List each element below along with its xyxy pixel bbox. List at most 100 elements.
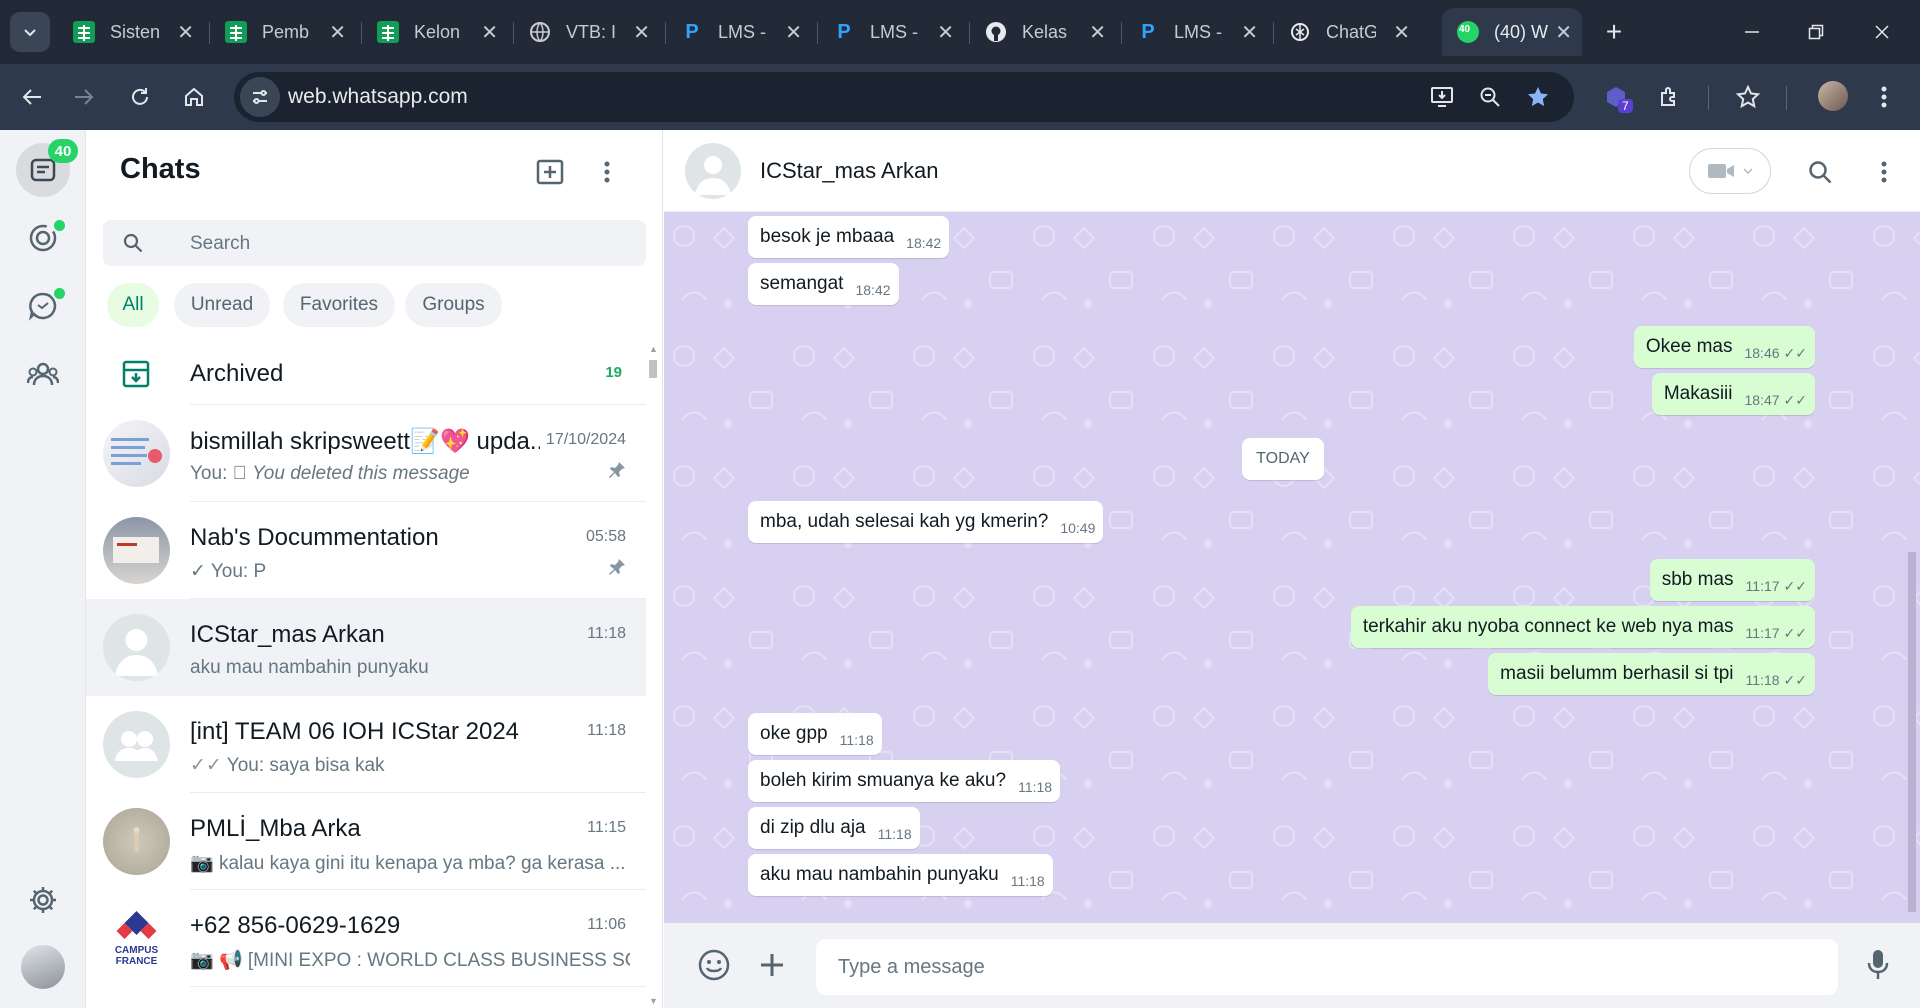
plus-icon bbox=[761, 954, 783, 976]
chat-row[interactable]: Nab's Docummentation 05:58 ✓ You: P bbox=[86, 502, 646, 599]
status-nav-button[interactable] bbox=[25, 220, 65, 256]
browser-tab-5[interactable]: P LMS - ✕ bbox=[666, 8, 818, 56]
outgoing-message[interactable]: sbb mas 11:17 ✓✓ bbox=[1649, 559, 1815, 601]
new-tab-button[interactable]: + bbox=[1596, 14, 1632, 50]
emoji-button[interactable] bbox=[694, 945, 734, 985]
communities-nav-button[interactable] bbox=[25, 356, 61, 392]
incoming-message[interactable]: semangat 18:42 bbox=[748, 263, 899, 305]
my-profile-avatar[interactable] bbox=[21, 945, 65, 989]
browser-tab-4[interactable]: VTB: I ✕ bbox=[514, 8, 666, 56]
browser-tab-8[interactable]: P LMS - ✕ bbox=[1122, 8, 1274, 56]
chat-row[interactable]: CAMPUS FRANCE +62 856-0629-1629 11:06 📷 📢… bbox=[86, 890, 646, 987]
chat-menu-button[interactable] bbox=[592, 152, 622, 192]
close-icon[interactable]: ✕ bbox=[481, 20, 498, 45]
site-info-icon[interactable] bbox=[240, 77, 280, 117]
lms-icon: P bbox=[1141, 20, 1155, 43]
chats-nav-button[interactable]: 40 bbox=[16, 139, 78, 197]
zoom-icon[interactable] bbox=[1472, 79, 1508, 115]
restore-button[interactable] bbox=[1798, 14, 1834, 50]
close-icon[interactable]: ✕ bbox=[329, 20, 346, 45]
reload-button[interactable] bbox=[122, 79, 158, 115]
outgoing-message[interactable]: masii belumm berhasil si tpi 11:18 ✓✓ bbox=[1488, 653, 1815, 695]
incoming-message[interactable]: mba, udah selesai kah yg kmerin? 10:49 bbox=[748, 501, 1104, 543]
chat-row[interactable]: bismillah skripsweett📝💖 upda... 17/10/20… bbox=[86, 405, 646, 502]
message-area[interactable]: besok je mbaaa 18:42 semangat 18:42 Okee… bbox=[664, 212, 1920, 923]
incoming-message[interactable]: di zip dlu aja 11:18 bbox=[748, 807, 920, 849]
chat-list-scrollbar[interactable]: ▲ ▼ bbox=[646, 340, 660, 1008]
filter-all[interactable]: All bbox=[107, 283, 159, 327]
browser-menu-icon[interactable] bbox=[1866, 79, 1902, 115]
message-time: 11:17 bbox=[1745, 578, 1780, 594]
voice-message-button[interactable] bbox=[1858, 945, 1898, 985]
browser-tab-3[interactable]: Kelon ✕ bbox=[362, 8, 514, 56]
scroll-thumb[interactable] bbox=[649, 360, 657, 378]
chat-row[interactable]: PMLİ_Mba Arka 11:15 📷 kalau kaya gini it… bbox=[86, 793, 646, 890]
install-app-icon[interactable] bbox=[1424, 79, 1460, 115]
close-icon[interactable]: ✕ bbox=[1241, 20, 1258, 45]
attach-button[interactable] bbox=[752, 945, 792, 985]
browser-tab-9[interactable]: ChatG ✕ bbox=[1274, 8, 1426, 56]
home-button[interactable] bbox=[176, 79, 212, 115]
close-icon[interactable]: ✕ bbox=[785, 20, 802, 45]
close-icon[interactable]: ✕ bbox=[1089, 20, 1106, 45]
close-icon[interactable]: ✕ bbox=[633, 20, 650, 45]
chat-preview: 📷 kalau kaya gini itu kenapa ya mba? ga … bbox=[190, 851, 630, 875]
close-icon[interactable]: ✕ bbox=[177, 20, 194, 45]
message-input[interactable]: Type a message bbox=[816, 939, 1838, 995]
browser-tab-whatsapp[interactable]: 40 (40) W ✕ bbox=[1442, 8, 1582, 56]
tab-search-button[interactable] bbox=[10, 12, 50, 52]
pin-icon bbox=[609, 462, 625, 478]
extension-icon[interactable]: 7 bbox=[1598, 79, 1634, 115]
tab-label: LMS - bbox=[1174, 21, 1223, 42]
back-button[interactable] bbox=[14, 79, 50, 115]
channels-nav-button[interactable] bbox=[25, 288, 65, 324]
contact-avatar[interactable] bbox=[685, 143, 741, 199]
url-text[interactable]: web.whatsapp.com bbox=[288, 85, 468, 109]
filter-groups[interactable]: Groups bbox=[405, 283, 502, 327]
scroll-down-arrow[interactable]: ▼ bbox=[649, 996, 658, 1006]
chat-row-selected[interactable]: ICStar_mas Arkan 11:18 aku mau nambahin … bbox=[86, 599, 646, 696]
chat-row[interactable]: [int] TEAM 06 IOH ICStar 2024 11:18 ✓✓ Y… bbox=[86, 696, 646, 793]
minimize-button[interactable] bbox=[1734, 14, 1770, 50]
message-scrollbar[interactable] bbox=[1906, 212, 1918, 923]
address-bar[interactable]: web.whatsapp.com bbox=[234, 72, 1574, 122]
browser-tab-1[interactable]: Sisten ✕ bbox=[58, 8, 210, 56]
avatar bbox=[103, 614, 170, 681]
close-icon[interactable]: ✕ bbox=[937, 20, 954, 45]
forward-button[interactable] bbox=[66, 79, 102, 115]
close-icon[interactable]: ✕ bbox=[1393, 20, 1410, 45]
contact-name[interactable]: ICStar_mas Arkan bbox=[760, 158, 939, 184]
video-call-button[interactable] bbox=[1689, 148, 1771, 194]
reading-list-icon[interactable] bbox=[1730, 79, 1766, 115]
archived-row[interactable]: Archived 19 bbox=[86, 340, 646, 405]
search-box[interactable]: Search bbox=[103, 220, 646, 266]
tab-label: LMS - bbox=[870, 21, 919, 42]
scroll-up-arrow[interactable]: ▲ bbox=[649, 344, 658, 354]
outgoing-message[interactable]: terkahir aku nyoba connect ke web nya ma… bbox=[1350, 606, 1815, 648]
profile-avatar[interactable] bbox=[1818, 81, 1848, 111]
close-window-button[interactable] bbox=[1864, 14, 1900, 50]
browser-tab-6[interactable]: P LMS - ✕ bbox=[818, 8, 970, 56]
browser-tab-7[interactable]: Kelas ✕ bbox=[970, 8, 1122, 56]
conversation-header[interactable]: ICStar_mas Arkan bbox=[664, 130, 1920, 212]
incoming-message[interactable]: oke gpp 11:18 bbox=[748, 713, 882, 755]
extensions-puzzle-icon[interactable] bbox=[1652, 79, 1688, 115]
filter-unread[interactable]: Unread bbox=[174, 283, 270, 327]
filter-favorites[interactable]: Favorites bbox=[283, 283, 395, 327]
search-conversation-button[interactable] bbox=[1802, 154, 1838, 190]
conversation-menu-button[interactable] bbox=[1869, 154, 1899, 190]
browser-tab-2[interactable]: Pemb ✕ bbox=[210, 8, 362, 56]
incoming-message[interactable]: besok je mbaaa 18:42 bbox=[748, 216, 950, 258]
sheets-icon bbox=[224, 20, 248, 44]
incoming-message[interactable]: aku mau nambahin punyaku 11:18 bbox=[748, 854, 1053, 896]
status-dot bbox=[54, 220, 65, 231]
bookmark-star-icon[interactable] bbox=[1520, 79, 1556, 115]
outgoing-message[interactable]: Okee mas 18:46 ✓✓ bbox=[1633, 326, 1815, 368]
outgoing-message[interactable]: Makasiii 18:47 ✓✓ bbox=[1651, 373, 1815, 415]
scroll-thumb[interactable] bbox=[1908, 552, 1916, 912]
settings-nav-button[interactable] bbox=[25, 882, 61, 918]
tab-label: Pemb bbox=[262, 21, 310, 42]
incoming-message[interactable]: boleh kirim smuanya ke aku? 11:18 bbox=[748, 760, 1061, 802]
close-icon[interactable]: ✕ bbox=[1555, 20, 1572, 45]
new-chat-button[interactable] bbox=[530, 152, 570, 192]
